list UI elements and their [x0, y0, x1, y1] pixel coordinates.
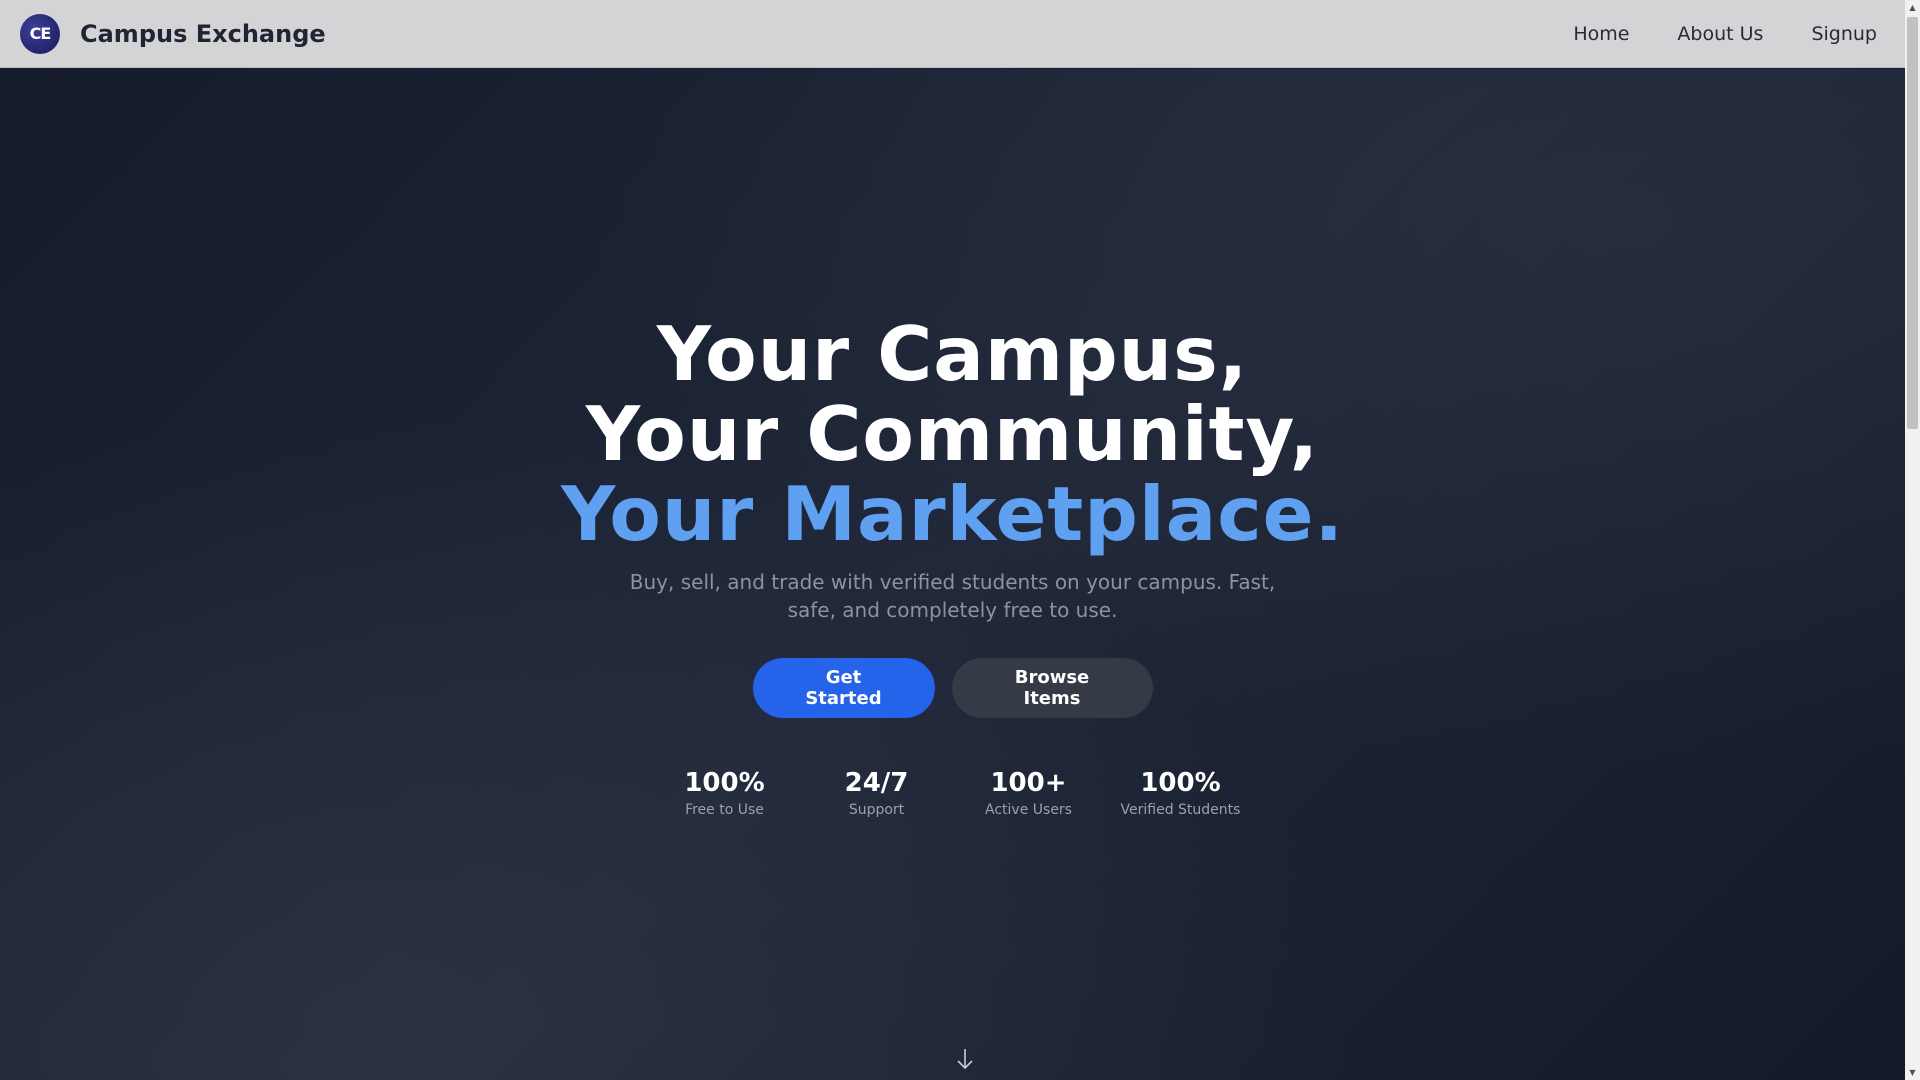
hero-content: Your Campus, Your Community, Your Market… — [0, 314, 1905, 818]
logo-icon: CE — [20, 13, 60, 54]
stats-row: 100% Free to Use 24/7 Support 100+ Activ… — [649, 768, 1257, 818]
nav-links: Home About Us Signup — [1573, 23, 1877, 45]
arrow-down-icon[interactable] — [953, 1046, 977, 1072]
get-started-button[interactable]: Get Started — [752, 658, 935, 718]
viewport: CE Campus Exchange Home About Us Signup … — [0, 0, 1905, 1080]
scroll-up-icon[interactable]: ▲ — [1905, 0, 1920, 15]
stat-label: Free to Use — [685, 802, 764, 818]
nav-link-home[interactable]: Home — [1573, 23, 1629, 45]
stat-value: 100% — [1140, 768, 1221, 798]
hero-headline: Your Campus, Your Community, Your Market… — [561, 314, 1344, 554]
stat-value: 100+ — [990, 768, 1067, 798]
headline-line-marketplace: Your Marketplace. — [560, 470, 1345, 558]
headline-line-campus: Your Campus, — [656, 310, 1249, 398]
stat-label: Active Users — [985, 802, 1072, 818]
stat-value: 24/7 — [844, 768, 909, 798]
arrow-down-svg — [957, 1049, 973, 1070]
hero-subtitle: Buy, sell, and trade with verified stude… — [629, 570, 1276, 622]
stat-label: Support — [848, 802, 905, 818]
brand-name: Campus Exchange — [80, 19, 326, 48]
brand-link[interactable]: CE Campus Exchange — [20, 13, 326, 54]
stat-support: 24/7 Support — [801, 768, 953, 818]
stat-active-users: 100+ Active Users — [953, 768, 1105, 818]
stat-free-to-use: 100% Free to Use — [649, 768, 801, 818]
nav-link-signup[interactable]: Signup — [1811, 23, 1877, 45]
scroll-down-icon[interactable]: ▼ — [1905, 1065, 1920, 1080]
hero-buttons: Get Started Browse Items — [752, 658, 1153, 718]
scrollbar-thumb[interactable] — [1907, 17, 1918, 429]
hero-section: Your Campus, Your Community, Your Market… — [0, 69, 1905, 1080]
stat-value: 100% — [684, 768, 765, 798]
headline-line-community: Your Community, — [585, 390, 1320, 478]
stat-label: Verified Students — [1120, 802, 1241, 818]
navbar: CE Campus Exchange Home About Us Signup — [0, 0, 1905, 68]
browse-items-button[interactable]: Browse Items — [951, 658, 1153, 718]
page-scrollbar[interactable]: ▲ ▼ — [1905, 0, 1920, 1080]
nav-link-about-us[interactable]: About Us — [1677, 23, 1763, 45]
stat-verified-students: 100% Verified Students — [1105, 768, 1257, 818]
